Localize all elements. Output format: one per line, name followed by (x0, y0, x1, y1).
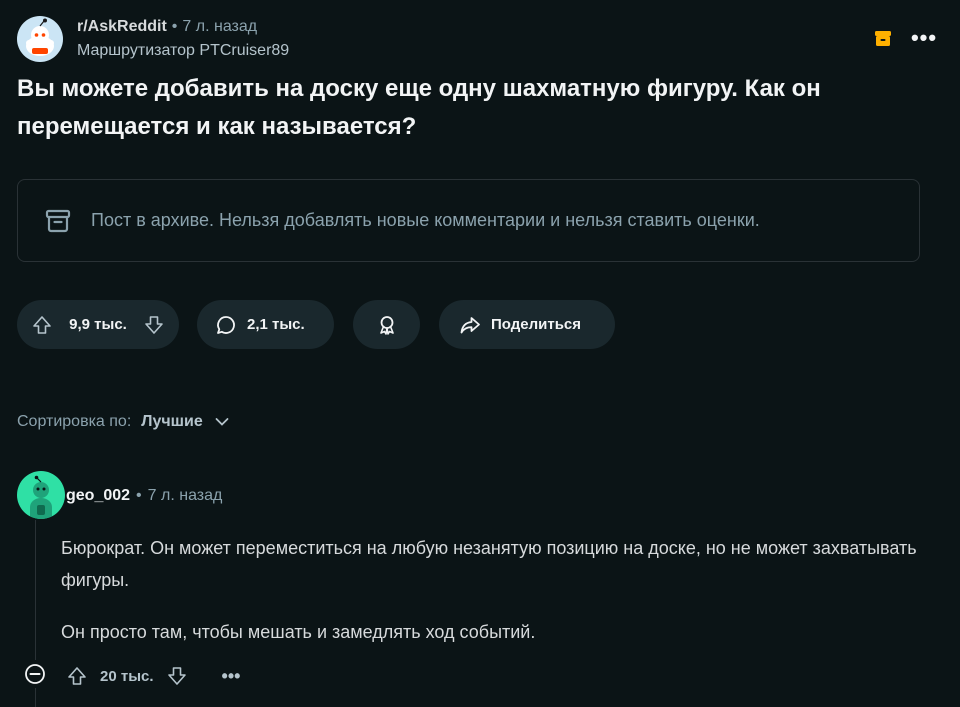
sort-label: Сортировка по: (17, 413, 132, 430)
downvote-icon[interactable] (143, 314, 165, 336)
award-icon (379, 315, 394, 335)
comment-meta: geo_002 • 7 л. назад (66, 487, 222, 505)
meta-separator: • (136, 487, 142, 504)
share-icon (460, 316, 480, 333)
upvote-icon[interactable] (66, 665, 88, 687)
comment-paragraph: Он просто там, чтобы мешать и замедлять … (61, 622, 536, 642)
post-meta: r/AskReddit • 7 л. назад (77, 18, 257, 36)
collapse-thread-button[interactable] (24, 663, 46, 685)
post-score: 9,9 тыс. (69, 316, 127, 333)
meta-separator: • (171, 18, 178, 35)
post-title: Вы можете добавить на доску еще одну шах… (17, 75, 821, 140)
comment-score: 20 тыс. (100, 667, 154, 685)
award-button[interactable] (353, 300, 420, 349)
comments-button[interactable]: 2,1 тыс. (197, 300, 334, 349)
vote-control: 9,9 тыс. (17, 300, 179, 349)
sort-dropdown[interactable]: Лучшие (141, 413, 229, 431)
comment-body: Бюрократ. Он может переместиться на любу… (61, 532, 956, 648)
subreddit-avatar[interactable] (17, 16, 63, 62)
post-author[interactable]: Маршрутизатор PTCruiser89 (77, 42, 289, 60)
share-label: Поделиться (491, 316, 582, 333)
archive-icon (45, 209, 71, 232)
subreddit-name[interactable]: r/AskReddit (77, 18, 167, 36)
upvote-icon[interactable] (31, 314, 53, 336)
post-more-button[interactable]: ••• (904, 24, 944, 52)
snoo-avatar-icon (30, 475, 52, 519)
comment-actions: 20 тыс. ••• (66, 662, 240, 690)
archived-badge-icon (872, 27, 894, 49)
collapse-minus-icon (25, 664, 45, 684)
sort-value: Лучшие (141, 413, 203, 430)
comment-count: 2,1 тыс. (247, 316, 305, 333)
snoo-icon (26, 18, 54, 56)
thread-line[interactable] (35, 688, 36, 707)
comment-sort: Сортировка по: Лучшие (17, 413, 229, 431)
archived-notice: Пост в архиве. Нельзя добавлять новые ко… (17, 179, 920, 262)
comment-bubble-icon (217, 315, 235, 334)
chevron-down-icon (215, 418, 229, 426)
comment-username[interactable]: geo_002 (66, 487, 130, 505)
comment-paragraph: Бюрократ. Он может переместиться на любу… (61, 538, 917, 590)
comment-avatar[interactable] (17, 471, 65, 519)
downvote-icon[interactable] (166, 665, 188, 687)
archived-notice-text: Пост в архиве. Нельзя добавлять новые ко… (91, 210, 760, 230)
comment-time: 7 л. назад (147, 487, 223, 504)
share-button[interactable]: Поделиться (439, 300, 615, 349)
comment-more-button[interactable]: ••• (222, 666, 241, 687)
thread-line[interactable] (35, 520, 36, 660)
post-time: 7 л. назад (182, 18, 258, 35)
